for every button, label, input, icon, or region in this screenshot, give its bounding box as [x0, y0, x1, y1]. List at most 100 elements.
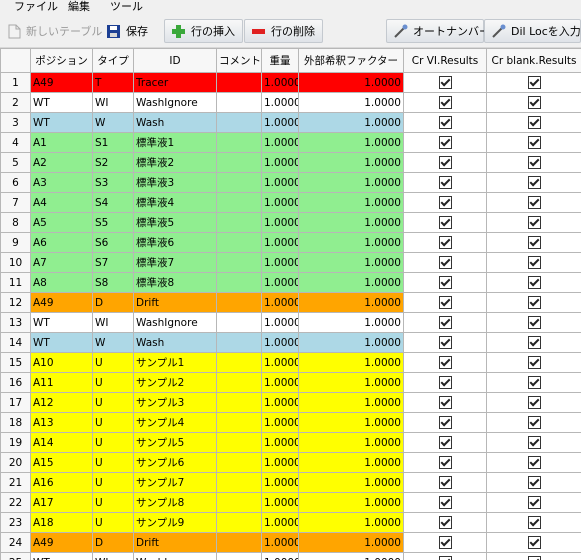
cr-blank-results-checkbox[interactable] — [527, 516, 541, 529]
table-row[interactable]: 17 A12 U サンプル3 1.0000 1.0000 — [0, 392, 581, 413]
position-cell[interactable]: A10 — [30, 352, 93, 373]
dilution-factor-cell[interactable]: 1.0000 — [298, 172, 404, 193]
id-cell[interactable]: サンプル2 — [133, 372, 217, 393]
dilution-factor-cell[interactable]: 1.0000 — [298, 532, 404, 553]
id-cell[interactable]: WashIgnore — [133, 312, 217, 333]
dilution-factor-cell[interactable]: 1.0000 — [298, 192, 404, 213]
row-number-cell[interactable]: 24 — [0, 532, 31, 553]
cr-blank-results-checkbox[interactable] — [527, 196, 541, 209]
id-cell[interactable]: 標準液5 — [133, 212, 217, 233]
menu-tools[interactable]: ツール — [110, 0, 143, 13]
row-number-cell[interactable]: 2 — [0, 92, 31, 113]
type-cell[interactable]: U — [92, 432, 134, 453]
table-row[interactable]: 12 A49 D Drift 1.0000 1.0000 — [0, 292, 581, 313]
type-cell[interactable]: U — [92, 352, 134, 373]
cr-vi-results-checkbox[interactable] — [438, 436, 452, 449]
cr-vi-results-checkbox[interactable] — [438, 516, 452, 529]
table-row[interactable]: 8 A5 S5 標準液5 1.0000 1.0000 — [0, 212, 581, 233]
dilution-factor-cell[interactable]: 1.0000 — [298, 212, 404, 233]
cr-vi-results-checkbox[interactable] — [438, 376, 452, 389]
cr-vi-results-checkbox[interactable] — [438, 536, 452, 549]
cr-blank-results-checkbox[interactable] — [527, 336, 541, 349]
table-row[interactable]: 10 A7 S7 標準液7 1.0000 1.0000 — [0, 252, 581, 273]
table-row[interactable]: 4 A1 S1 標準液1 1.0000 1.0000 — [0, 132, 581, 153]
position-cell[interactable]: A16 — [30, 472, 93, 493]
position-cell[interactable]: A8 — [30, 272, 93, 293]
id-cell[interactable]: Tracer — [133, 72, 217, 93]
weight-cell[interactable]: 1.0000 — [261, 112, 299, 133]
row-number-cell[interactable]: 23 — [0, 512, 31, 533]
position-cell[interactable]: A1 — [30, 132, 93, 153]
row-number-cell[interactable]: 14 — [0, 332, 31, 353]
row-number-cell[interactable]: 17 — [0, 392, 31, 413]
column-header-dilution-factor[interactable]: 外部希釈ファクター — [298, 48, 404, 73]
row-number-cell[interactable]: 19 — [0, 432, 31, 453]
type-cell[interactable]: S2 — [92, 152, 134, 173]
dilution-factor-cell[interactable]: 1.0000 — [298, 232, 404, 253]
cr-blank-results-checkbox[interactable] — [527, 496, 541, 509]
comment-cell[interactable] — [216, 172, 262, 193]
weight-cell[interactable]: 1.0000 — [261, 412, 299, 433]
table-row[interactable]: 9 A6 S6 標準液6 1.0000 1.0000 — [0, 232, 581, 253]
type-cell[interactable]: U — [92, 452, 134, 473]
type-cell[interactable]: T — [92, 72, 134, 93]
cr-blank-results-checkbox[interactable] — [527, 396, 541, 409]
enter-dil-loc-button[interactable]: Dil Locを入力 — [484, 19, 581, 43]
column-header-id[interactable]: ID — [133, 48, 217, 73]
comment-cell[interactable] — [216, 532, 262, 553]
id-cell[interactable]: サンプル8 — [133, 492, 217, 513]
row-number-cell[interactable]: 6 — [0, 172, 31, 193]
row-number-cell[interactable]: 25 — [0, 552, 31, 560]
position-cell[interactable]: A2 — [30, 152, 93, 173]
row-number-cell[interactable]: 4 — [0, 132, 31, 153]
type-cell[interactable]: U — [92, 372, 134, 393]
insert-row-button[interactable]: 行の挿入 — [164, 19, 243, 43]
cr-vi-results-checkbox[interactable] — [438, 496, 452, 509]
comment-cell[interactable] — [216, 292, 262, 313]
cr-blank-results-checkbox[interactable] — [527, 136, 541, 149]
position-cell[interactable]: A3 — [30, 172, 93, 193]
cr-blank-results-checkbox[interactable] — [527, 456, 541, 469]
comment-cell[interactable] — [216, 372, 262, 393]
position-cell[interactable]: A11 — [30, 372, 93, 393]
position-cell[interactable]: A17 — [30, 492, 93, 513]
cr-vi-results-checkbox[interactable] — [438, 276, 452, 289]
row-number-cell[interactable]: 13 — [0, 312, 31, 333]
cr-vi-results-checkbox[interactable] — [438, 116, 452, 129]
comment-cell[interactable] — [216, 472, 262, 493]
dilution-factor-cell[interactable]: 1.0000 — [298, 492, 404, 513]
id-cell[interactable]: 標準液3 — [133, 172, 217, 193]
cr-vi-results-checkbox[interactable] — [438, 316, 452, 329]
position-cell[interactable]: A14 — [30, 432, 93, 453]
column-header-cr-blank-results[interactable]: Cr blank.Results — [486, 48, 581, 73]
comment-cell[interactable] — [216, 432, 262, 453]
type-cell[interactable]: W — [92, 112, 134, 133]
id-cell[interactable]: サンプル7 — [133, 472, 217, 493]
cr-blank-results-checkbox[interactable] — [527, 316, 541, 329]
dilution-factor-cell[interactable]: 1.0000 — [298, 312, 404, 333]
cr-blank-results-checkbox[interactable] — [527, 476, 541, 489]
cr-vi-results-checkbox[interactable] — [438, 156, 452, 169]
table-row[interactable]: 15 A10 U サンプル1 1.0000 1.0000 — [0, 352, 581, 373]
dilution-factor-cell[interactable]: 1.0000 — [298, 92, 404, 113]
save-button[interactable]: 保存 — [100, 19, 154, 43]
row-number-header[interactable] — [0, 48, 31, 73]
cr-blank-results-checkbox[interactable] — [527, 556, 541, 560]
dilution-factor-cell[interactable]: 1.0000 — [298, 292, 404, 313]
row-number-cell[interactable]: 1 — [0, 72, 31, 93]
cr-vi-results-checkbox[interactable] — [438, 76, 452, 89]
table-row[interactable]: 13 WT WI WashIgnore 1.0000 1.0000 — [0, 312, 581, 333]
column-header-type[interactable]: タイプ — [92, 48, 134, 73]
weight-cell[interactable]: 1.0000 — [261, 432, 299, 453]
table-row[interactable]: 2 WT WI WashIgnore 1.0000 1.0000 — [0, 92, 581, 113]
cr-vi-results-checkbox[interactable] — [438, 96, 452, 109]
table-row[interactable]: 24 A49 D Drift 1.0000 1.0000 — [0, 532, 581, 553]
id-cell[interactable]: Drift — [133, 292, 217, 313]
table-row[interactable]: 21 A16 U サンプル7 1.0000 1.0000 — [0, 472, 581, 493]
id-cell[interactable]: 標準液2 — [133, 152, 217, 173]
table-row[interactable]: 6 A3 S3 標準液3 1.0000 1.0000 — [0, 172, 581, 193]
id-cell[interactable]: Wash — [133, 332, 217, 353]
row-number-cell[interactable]: 5 — [0, 152, 31, 173]
weight-cell[interactable]: 1.0000 — [261, 272, 299, 293]
cr-blank-results-checkbox[interactable] — [527, 376, 541, 389]
